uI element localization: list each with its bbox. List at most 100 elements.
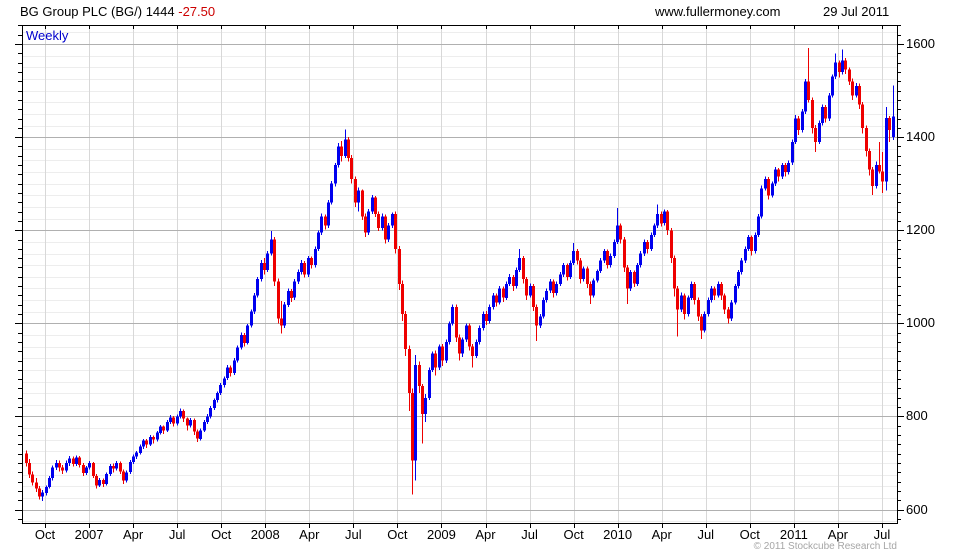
instrument-title-text: BG Group PLC (BG/) 1444 [20, 4, 175, 19]
candle-up [592, 278, 595, 298]
candle-down [303, 261, 306, 278]
candle-down [777, 167, 780, 182]
candle-up [199, 428, 202, 441]
candle-down [619, 223, 622, 244]
candle-down [273, 237, 276, 287]
candle-up [438, 344, 441, 370]
candle-down [471, 343, 474, 368]
x-axis-tick-label: Apr [122, 527, 144, 542]
plot-frame [22, 25, 898, 524]
candle-up [65, 460, 68, 473]
candle-up [260, 260, 263, 282]
candle-up [250, 309, 253, 328]
candle-up [596, 269, 599, 283]
candle-up [650, 232, 653, 252]
candle-up [680, 292, 683, 313]
candle-up [818, 120, 821, 145]
candle-down [401, 280, 404, 321]
candle-down [35, 477, 38, 492]
candle-down [811, 97, 814, 134]
x-axis-tick-label: Oct [563, 527, 584, 542]
candle-up [488, 304, 491, 324]
candle-down [31, 471, 34, 486]
candle-up [643, 239, 646, 256]
candle-up [892, 85, 895, 140]
candle-up [636, 262, 639, 287]
candle-up [216, 391, 219, 403]
candle-down [243, 333, 246, 347]
candle-down [119, 461, 122, 475]
candle-up [492, 293, 495, 310]
candle-up [297, 269, 300, 284]
price-chart-canvas [15, 25, 904, 528]
x-axis-tick-label: Jul [168, 527, 186, 542]
candle-down [633, 270, 636, 287]
candle-up [149, 435, 152, 447]
candle-up [690, 281, 693, 301]
x-axis-tick-label: Jul [345, 527, 362, 542]
candle-up [831, 74, 834, 98]
candle-down [646, 240, 649, 254]
candle-down [697, 297, 700, 321]
candle-down [290, 288, 293, 302]
candle-down [683, 293, 686, 320]
candle-up [51, 465, 54, 481]
candle-up [771, 181, 774, 198]
x-axis-tick-label: Oct [211, 527, 232, 542]
candle-up [125, 470, 128, 483]
candle-up [334, 162, 337, 187]
x-axis-tick-label: 2011 [779, 527, 808, 542]
candle-up [270, 231, 273, 256]
candle-down [418, 361, 421, 394]
candle-down [814, 125, 817, 153]
y-axis-tick-label: 1400 [906, 129, 935, 145]
candle-up [804, 79, 807, 114]
candle-up [431, 351, 434, 373]
candle-down [350, 154, 353, 184]
candle-up [841, 49, 844, 75]
candle-up [266, 251, 269, 273]
candle-up [300, 260, 303, 275]
candle-down [229, 365, 232, 377]
candle-up [314, 246, 317, 268]
candle-down [347, 137, 350, 162]
candle-up [629, 269, 632, 291]
candle-down [807, 47, 810, 103]
candle-down [666, 209, 669, 235]
candle-up [498, 286, 501, 305]
candle-up [764, 176, 767, 191]
candle-up [710, 286, 713, 303]
candle-down [354, 176, 357, 207]
candle-down [676, 286, 679, 337]
candle-up [639, 251, 642, 268]
candle-down [364, 213, 367, 237]
x-axis-tick-label: Oct [739, 527, 760, 542]
candle-up [559, 272, 562, 287]
candle-up [687, 295, 690, 317]
x-axis-tick-label: Jul [873, 527, 891, 542]
candle-up [327, 200, 330, 228]
candle-up [424, 394, 427, 422]
candle-down [727, 307, 730, 324]
candle-up [821, 104, 824, 126]
y-axis-tick-label: 600 [906, 501, 928, 517]
candle-up [478, 325, 481, 345]
candle-up [189, 417, 192, 428]
candle-down [361, 189, 364, 220]
candle-down [851, 78, 854, 100]
candle-down [61, 464, 64, 475]
candle-up [307, 255, 310, 277]
candle-up [135, 450, 138, 460]
x-axis-tick-label: Apr [651, 527, 672, 542]
candle-up [599, 258, 602, 274]
candle-up [461, 337, 464, 357]
candle-up [757, 214, 760, 238]
candle-up [885, 106, 888, 191]
candle-up [569, 260, 572, 280]
candle-down [340, 140, 343, 162]
candle-down [797, 116, 800, 135]
candle-up [320, 213, 323, 235]
chart-page: BG Group PLC (BG/) 1444 -27.50 www.fulle… [0, 0, 980, 560]
candle-up [653, 223, 656, 238]
candle-up [293, 279, 296, 301]
